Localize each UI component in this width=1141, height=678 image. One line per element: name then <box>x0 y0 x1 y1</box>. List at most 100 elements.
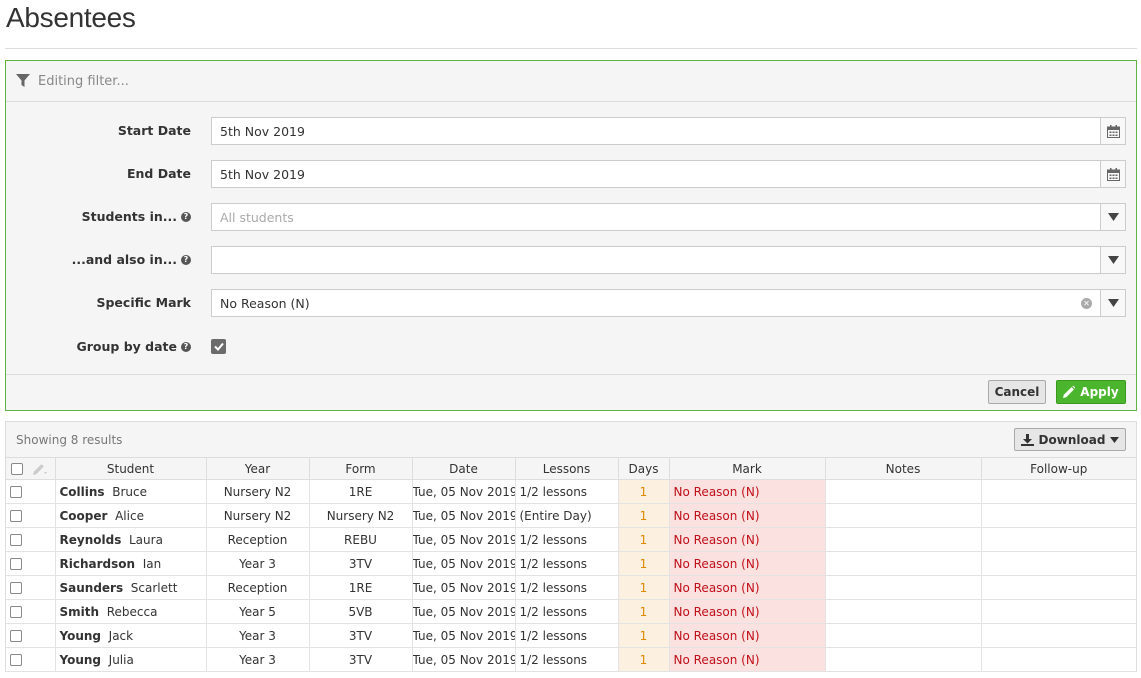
start-date-calendar-button[interactable] <box>1100 118 1125 144</box>
results-header: Showing 8 results Download <box>6 422 1136 457</box>
row-checkbox[interactable] <box>10 510 22 522</box>
table-row[interactable]: Cooper Alice Nursery N2 Nursery N2 Tue, 05 … <box>6 503 1136 528</box>
lessons-cell: 1/2 lessons <box>514 551 619 576</box>
row-select-cell <box>6 503 56 528</box>
notes-cell[interactable] <box>824 551 982 576</box>
student-forename: Julia <box>108 652 134 667</box>
table-row[interactable]: Reynolds Laura Reception REBU Tue, 05 Nov 2… <box>6 527 1136 552</box>
specific-mark-select[interactable]: No Reason (N) ✕ <box>211 289 1126 317</box>
date-cell: Tue, 05 Nov 2019 <box>411 575 516 600</box>
pencil-icon[interactable] <box>32 463 47 475</box>
specific-mark-dropdown-button[interactable] <box>1100 290 1125 316</box>
followup-cell[interactable] <box>980 479 1136 504</box>
notes-cell[interactable] <box>824 479 982 504</box>
help-icon[interactable]: ? <box>181 254 191 265</box>
cancel-button[interactable]: Cancel <box>988 380 1046 404</box>
followup-cell[interactable] <box>980 575 1136 600</box>
notes-cell[interactable] <box>824 599 982 624</box>
table-row[interactable]: Collins Bruce Nursery N2 1RE Tue, 05 Nov 20… <box>6 479 1136 504</box>
days-cell: 1 <box>617 623 670 648</box>
dropdown-arrow-icon <box>1110 436 1120 443</box>
notes-cell[interactable] <box>824 575 982 600</box>
table-row[interactable]: Smith Rebecca Year 5 5VB Tue, 05 Nov 2019 1/… <box>6 599 1136 624</box>
table-row[interactable]: Saunders Scarlett Reception 1RE Tue, 05 Nov… <box>6 575 1136 600</box>
student-cell[interactable]: Young Julia <box>54 647 207 672</box>
filter-footer: Cancel Apply <box>6 374 1136 410</box>
followup-cell[interactable] <box>980 503 1136 528</box>
student-cell[interactable]: Smith Rebecca <box>54 599 207 624</box>
start-date-field[interactable]: 5th Nov 2019 <box>211 117 1126 145</box>
student-cell[interactable]: Young Jack <box>54 623 207 648</box>
days-cell: 1 <box>617 503 670 528</box>
student-cell[interactable]: Cooper Alice <box>54 503 207 528</box>
table-row[interactable]: Young Jack Year 3 3TV Tue, 05 Nov 2019 1/2 l… <box>6 623 1136 648</box>
student-forename: Ian <box>142 556 162 571</box>
col-form[interactable]: Form <box>308 457 413 480</box>
group-by-date-row: Group by date? <box>6 333 1136 361</box>
also-in-dropdown-button[interactable] <box>1100 247 1125 273</box>
students-in-select[interactable]: All students <box>211 203 1126 231</box>
col-followup[interactable]: Follow-up <box>980 457 1136 480</box>
students-in-dropdown-button[interactable] <box>1100 204 1125 230</box>
days-cell: 1 <box>617 527 670 552</box>
followup-cell[interactable] <box>980 527 1136 552</box>
filter-status: Editing filter... <box>38 73 129 89</box>
form-cell: 3TV <box>308 623 413 648</box>
notes-cell[interactable] <box>824 527 982 552</box>
student-forename: Laura <box>128 532 163 547</box>
col-date[interactable]: Date <box>411 457 516 480</box>
student-surname: Cooper <box>59 508 108 523</box>
help-icon[interactable]: ? <box>181 211 191 222</box>
row-checkbox[interactable] <box>10 486 22 498</box>
year-cell: Year 3 <box>205 647 310 672</box>
table-row[interactable]: Richardson Ian Year 3 3TV Tue, 05 Nov 2019 1… <box>6 551 1136 576</box>
notes-cell[interactable] <box>824 647 982 672</box>
date-cell: Tue, 05 Nov 2019 <box>411 479 516 504</box>
student-cell[interactable]: Reynolds Laura <box>54 527 207 552</box>
col-student[interactable]: Student <box>54 457 207 480</box>
end-date-field[interactable]: 5th Nov 2019 <box>211 160 1126 188</box>
col-days[interactable]: Days <box>617 457 670 480</box>
apply-button[interactable]: Apply <box>1056 380 1126 404</box>
filter-header[interactable]: Editing filter... <box>6 61 1136 102</box>
followup-cell[interactable] <box>980 551 1136 576</box>
table-row[interactable]: Young Julia Year 3 3TV Tue, 05 Nov 2019 1/2 … <box>6 647 1136 672</box>
row-checkbox[interactable] <box>10 558 22 570</box>
results-panel: Showing 8 results Download Student Year … <box>5 421 1137 672</box>
row-select-cell <box>6 527 56 552</box>
followup-cell[interactable] <box>980 599 1136 624</box>
end-date-calendar-button[interactable] <box>1100 161 1125 187</box>
row-checkbox[interactable] <box>10 654 22 666</box>
also-in-row: ...and also in...? <box>6 246 1136 274</box>
year-cell: Nursery N2 <box>205 503 310 528</box>
col-lessons[interactable]: Lessons <box>514 457 619 480</box>
filter-panel: Editing filter... Start Date 5th Nov 201… <box>5 60 1137 411</box>
start-date-label: Start Date <box>117 123 191 138</box>
col-mark[interactable]: Mark <box>668 457 826 480</box>
also-in-select[interactable] <box>211 246 1126 274</box>
group-by-date-checkbox[interactable] <box>211 339 226 354</box>
notes-cell[interactable] <box>824 503 982 528</box>
row-checkbox[interactable] <box>10 630 22 642</box>
row-checkbox[interactable] <box>10 606 22 618</box>
mark-cell: No Reason (N) <box>668 599 826 624</box>
student-cell[interactable]: Richardson Ian <box>54 551 207 576</box>
followup-cell[interactable] <box>980 623 1136 648</box>
days-cell: 1 <box>617 575 670 600</box>
download-icon <box>1020 433 1034 446</box>
col-notes[interactable]: Notes <box>824 457 982 480</box>
lessons-cell: 1/2 lessons <box>514 575 619 600</box>
student-cell[interactable]: Collins Bruce <box>54 479 207 504</box>
year-cell: Year 3 <box>205 551 310 576</box>
col-year[interactable]: Year <box>205 457 310 480</box>
followup-cell[interactable] <box>980 647 1136 672</box>
clear-icon[interactable]: ✕ <box>1081 297 1092 309</box>
row-checkbox[interactable] <box>10 582 22 594</box>
download-button[interactable]: Download <box>1014 428 1126 451</box>
select-all-checkbox[interactable] <box>11 463 23 475</box>
help-icon[interactable]: ? <box>181 341 191 352</box>
year-cell: Nursery N2 <box>205 479 310 504</box>
notes-cell[interactable] <box>824 623 982 648</box>
row-checkbox[interactable] <box>10 534 22 546</box>
student-cell[interactable]: Saunders Scarlett <box>54 575 207 600</box>
